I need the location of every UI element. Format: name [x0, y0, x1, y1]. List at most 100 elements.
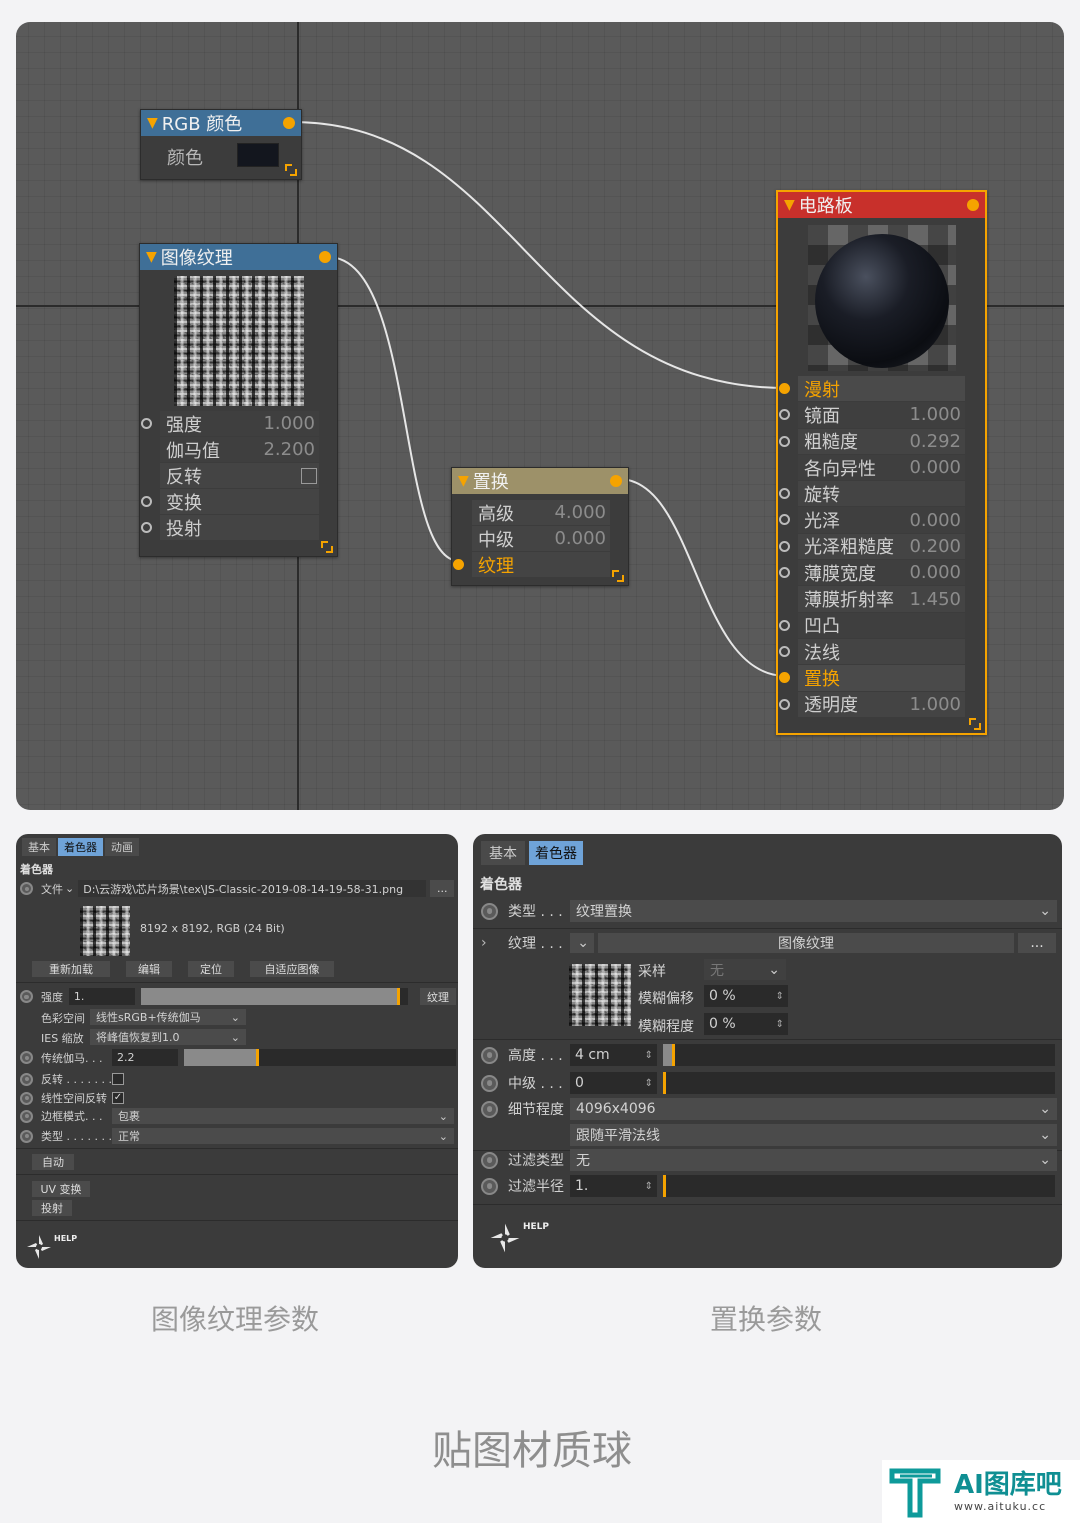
node-row-5[interactable]: 光泽 0.000 [779, 507, 965, 533]
node-editor[interactable]: ▼ RGB 颜色 颜色 ▼ 图像纹理 强度 1.000 伽马值 2.200 反转 变… [16, 22, 1064, 810]
output-port[interactable] [283, 117, 295, 129]
node-row-12[interactable]: 透明度 1.000 [779, 691, 965, 717]
animate-radio[interactable] [481, 1046, 498, 1064]
height-field[interactable]: 4 cm ⇕ [570, 1044, 657, 1066]
node-row-8[interactable]: 薄膜折射率 1.450 [798, 586, 965, 612]
filter-type-dropdown[interactable]: 无 ⌄ [570, 1149, 1057, 1171]
node-row-projection[interactable]: 投射 [141, 515, 319, 540]
type-dropdown[interactable]: 正常 ⌄ [112, 1128, 454, 1144]
node-row-texture[interactable]: 纹理 [453, 552, 610, 577]
input-port[interactable] [779, 698, 790, 710]
strength-slider[interactable] [140, 988, 409, 1005]
tab-shader[interactable]: 着色器 [529, 841, 583, 865]
mid-field[interactable]: 0 ⇕ [570, 1072, 657, 1094]
expand-icon[interactable] [969, 718, 981, 730]
detail-dropdown[interactable]: 4096x4096 ⌄ [570, 1098, 1057, 1120]
help-button[interactable]: HELP [487, 1220, 549, 1256]
gamma-field[interactable]: 2.2 [112, 1049, 178, 1066]
animate-radio[interactable] [20, 1072, 33, 1086]
node-row-gamma[interactable]: 伽马值 2.200 [160, 437, 319, 462]
help-button[interactable]: HELP [24, 1232, 77, 1262]
stepper-icon[interactable]: ⇕ [776, 991, 784, 1002]
node-row-9[interactable]: 凹凸 [779, 612, 965, 638]
input-port[interactable] [779, 645, 790, 657]
node-row-strength[interactable]: 强度 1.000 [141, 411, 319, 436]
blur-level-field[interactable]: 0 % ⇕ [704, 1013, 788, 1035]
animate-radio[interactable] [481, 1074, 498, 1092]
blur-offset-field[interactable]: 0 % ⇕ [704, 985, 788, 1007]
edit-button[interactable]: 编辑 [126, 961, 172, 977]
input-port[interactable] [779, 619, 790, 631]
animate-radio[interactable] [20, 882, 33, 895]
colorspace-dropdown[interactable]: 线性sRGB+传统伽马 ⌄ [90, 1009, 246, 1025]
tab-basic[interactable]: 基本 [22, 838, 56, 856]
node-row-10[interactable]: 法线 [779, 638, 965, 665]
output-port[interactable] [610, 475, 622, 487]
input-port[interactable] [779, 409, 790, 421]
expand-icon[interactable] [321, 541, 333, 553]
node-row-invert[interactable]: 反转 [160, 463, 319, 488]
input-port[interactable] [779, 514, 790, 526]
node-row-2[interactable]: 粗糙度 0.292 [779, 428, 965, 454]
node-header[interactable]: ▼ 图像纹理 [140, 244, 337, 270]
displacement-node[interactable]: ▼ 置换 高级 4.000 中级 0.000 纹理 [451, 467, 629, 586]
mid-slider[interactable] [663, 1072, 1055, 1094]
node-row-3[interactable]: 各向异性 0.000 [798, 454, 965, 481]
tab-animation[interactable]: 动画 [105, 838, 139, 856]
tab-shader[interactable]: 着色器 [58, 838, 103, 856]
uv-transform-button[interactable]: UV 变换 [32, 1181, 90, 1197]
animate-radio[interactable] [20, 990, 33, 1003]
input-port[interactable] [141, 418, 152, 429]
browse-button[interactable]: ... [430, 880, 455, 897]
expand-icon[interactable] [612, 570, 624, 582]
sampling-dropdown[interactable]: 无 ⌄ [704, 959, 786, 980]
animate-radio[interactable] [20, 1091, 33, 1105]
node-row-0[interactable]: 漫射 [779, 376, 965, 402]
output-port[interactable] [319, 251, 331, 263]
node-header[interactable]: ▼ 置换 [452, 468, 628, 494]
input-port[interactable] [141, 522, 152, 533]
collapse-triangle-icon[interactable]: ▼ [147, 115, 158, 131]
ies-dropdown[interactable]: 将峰值恢复到1.0 ⌄ [90, 1029, 246, 1045]
animate-radio[interactable] [481, 1100, 498, 1118]
stepper-icon[interactable]: ⇕ [776, 1019, 784, 1030]
strength-field[interactable]: 1. [68, 988, 135, 1005]
chevron-right-icon[interactable]: › [481, 935, 498, 951]
expand-icon[interactable] [285, 164, 297, 176]
input-port[interactable] [779, 672, 790, 684]
type-dropdown[interactable]: 纹理置换 ⌄ [570, 900, 1057, 922]
fit-image-button[interactable]: 自适应图像 [250, 961, 334, 977]
input-port[interactable] [779, 488, 790, 500]
projection-button[interactable]: 投射 [32, 1200, 72, 1216]
height-slider[interactable] [663, 1044, 1055, 1066]
border-mode-dropdown[interactable]: 包裹 ⌄ [112, 1108, 454, 1124]
node-row-height[interactable]: 高级 4.000 [472, 500, 610, 525]
texture-button[interactable]: 纹理 [420, 988, 456, 1005]
animate-radio[interactable] [481, 1151, 498, 1169]
input-port[interactable] [779, 383, 790, 394]
color-swatch[interactable] [237, 143, 279, 167]
node-row-1[interactable]: 镜面 1.000 [779, 402, 965, 428]
reload-button[interactable]: 重新加载 [32, 961, 110, 977]
input-port[interactable] [779, 540, 790, 552]
filter-radius-field[interactable]: 1. ⇕ [570, 1175, 657, 1197]
animate-radio[interactable] [481, 1177, 498, 1195]
input-port[interactable] [779, 567, 790, 579]
collapse-triangle-icon[interactable]: ▼ [458, 473, 469, 489]
gamma-slider[interactable] [184, 1049, 456, 1066]
stepper-icon[interactable]: ⇕ [645, 1078, 653, 1089]
node-row-4[interactable]: 旋转 [779, 481, 965, 507]
locate-button[interactable]: 定位 [188, 961, 234, 977]
node-row-transform[interactable]: 变换 [141, 489, 319, 514]
collapse-triangle-icon[interactable]: ▼ [784, 197, 795, 213]
stepper-icon[interactable]: ⇕ [645, 1181, 653, 1192]
node-header[interactable]: ▼ 电路板 [778, 192, 985, 218]
material-node[interactable]: ▼ 电路板 漫射 镜面 1.000 粗糙度 0.292 各向异性 0.000 旋转 光泽 0.00… [776, 190, 987, 735]
texture-type-dropdown[interactable]: ⌄ [570, 933, 594, 953]
rgb-color-node[interactable]: ▼ RGB 颜色 颜色 [140, 109, 302, 180]
auto-button[interactable]: 自动 [32, 1154, 74, 1170]
node-header[interactable]: ▼ RGB 颜色 [141, 110, 301, 136]
input-port[interactable] [141, 496, 152, 507]
node-row-mid[interactable]: 中级 0.000 [472, 526, 610, 551]
tab-basic[interactable]: 基本 [481, 841, 525, 865]
